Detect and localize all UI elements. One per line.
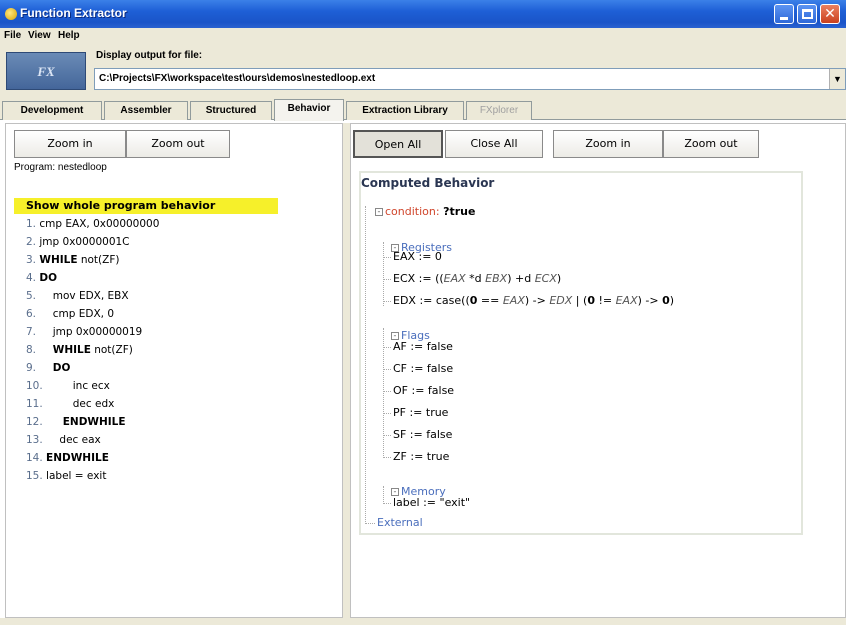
flag-item[interactable]: PF := true (393, 406, 448, 419)
app-icon (5, 8, 17, 20)
split-pane-divider[interactable] (343, 123, 350, 618)
tab-assembler[interactable]: Assembler (104, 101, 188, 120)
collapse-icon[interactable]: - (391, 332, 399, 340)
register-edx[interactable]: EDX := case((0 == EAX) -> EDX | (0 != EA… (393, 294, 674, 307)
flag-item[interactable]: CF := false (393, 362, 453, 375)
flag-item[interactable]: AF := false (393, 340, 453, 353)
window-bottom-border (0, 618, 846, 625)
flag-item[interactable]: ZF := true (393, 450, 449, 463)
code-line[interactable]: 4. DO (26, 272, 57, 284)
file-path-combo[interactable]: C:\Projects\FX\workspace\test\ours\demos… (94, 68, 846, 90)
collapse-icon[interactable]: - (375, 208, 383, 216)
menu-file[interactable]: File (4, 30, 21, 41)
window-title: Function Extractor (20, 6, 127, 20)
code-line[interactable]: 3. WHILE not(ZF) (26, 254, 119, 266)
tab-structured[interactable]: Structured (190, 101, 272, 120)
code-line[interactable]: 12. ENDWHILE (26, 416, 126, 428)
open-all-button[interactable]: Open All (353, 130, 443, 158)
condition-node[interactable]: - condition: ?true (361, 192, 475, 231)
tree-connector (383, 503, 391, 504)
structured-code-panel: Zoom in Zoom out Program: nestedloop Sho… (5, 123, 343, 618)
memory-item[interactable]: label := "exit" (393, 496, 470, 509)
tab-development[interactable]: Development (2, 101, 102, 120)
register-ecx[interactable]: ECX := ((EAX *d EBX) +d ECX) (393, 272, 561, 285)
code-line[interactable]: 15. label = exit (26, 470, 106, 482)
code-line[interactable]: 13. dec eax (26, 434, 101, 446)
program-label: Program: nestedloop (14, 162, 107, 173)
close-button[interactable]: ✕ (820, 4, 840, 24)
code-line[interactable]: 2. jmp 0x0000001C (26, 236, 130, 248)
register-eax[interactable]: EAX := 0 (393, 250, 442, 263)
tab-extraction-library[interactable]: Extraction Library (346, 101, 464, 120)
menu-view[interactable]: View (28, 30, 51, 41)
tree-connector (383, 457, 391, 458)
code-line[interactable]: 9. DO (26, 362, 70, 374)
code-line[interactable]: 1. cmp EAX, 0x00000000 (26, 218, 159, 230)
tab-fxplorer[interactable]: FXplorer (466, 101, 532, 120)
highlight-label: Show whole program behavior (26, 199, 216, 212)
minimize-icon (780, 17, 788, 20)
code-line[interactable]: 6. cmp EDX, 0 (26, 308, 114, 320)
tree-connector (383, 435, 391, 436)
right-zoom-out-button[interactable]: Zoom out (663, 130, 759, 158)
code-line[interactable]: 10. inc ecx (26, 380, 110, 392)
code-line[interactable]: 14. ENDWHILE (26, 452, 109, 464)
code-line[interactable]: 11. dec edx (26, 398, 114, 410)
file-path-value: C:\Projects\FX\workspace\test\ours\demos… (99, 73, 376, 84)
fx-logo: FX (6, 52, 86, 90)
tree-connector (365, 206, 366, 524)
flag-item[interactable]: OF := false (393, 384, 454, 397)
right-zoom-in-button[interactable]: Zoom in (553, 130, 663, 158)
left-zoom-out-button[interactable]: Zoom out (126, 130, 230, 158)
maximize-icon (802, 9, 813, 19)
title-bar: Function Extractor ✕ (0, 0, 846, 28)
minimize-button[interactable] (774, 4, 794, 24)
flag-item[interactable]: SF := false (393, 428, 452, 441)
external-node[interactable]: External (377, 516, 423, 529)
close-all-button[interactable]: Close All (445, 130, 543, 158)
tree-connector (383, 413, 391, 414)
tree-connector (383, 347, 391, 348)
collapse-icon[interactable]: - (391, 488, 399, 496)
chevron-down-icon[interactable]: ▼ (829, 69, 845, 89)
left-zoom-in-button[interactable]: Zoom in (14, 130, 126, 158)
code-line[interactable]: 5. mov EDX, EBX (26, 290, 129, 302)
tree-connector (383, 301, 391, 302)
behavior-panel: Open All Close All Zoom in Zoom out Comp… (350, 123, 846, 618)
close-icon: ✕ (824, 6, 836, 22)
tree-connector (383, 391, 391, 392)
tree-connector (383, 369, 391, 370)
maximize-button[interactable] (797, 4, 817, 24)
tree-connector (383, 257, 391, 258)
computed-behavior-title: Computed Behavior (361, 176, 495, 190)
tree-connector (383, 279, 391, 280)
tree-connector (365, 523, 375, 524)
tab-bar: Development Assembler Structured Behavio… (0, 98, 846, 121)
file-header: FX Display output for file: C:\Projects\… (0, 46, 846, 98)
menu-bar: File View Help (0, 28, 846, 46)
display-output-label: Display output for file: (96, 50, 203, 61)
code-line[interactable]: 7. jmp 0x00000019 (26, 326, 142, 338)
menu-help[interactable]: Help (58, 30, 80, 41)
show-whole-program-behavior[interactable]: Show whole program behavior (14, 198, 278, 214)
tab-behavior[interactable]: Behavior (274, 99, 344, 121)
code-line[interactable]: 8. WHILE not(ZF) (26, 344, 133, 356)
